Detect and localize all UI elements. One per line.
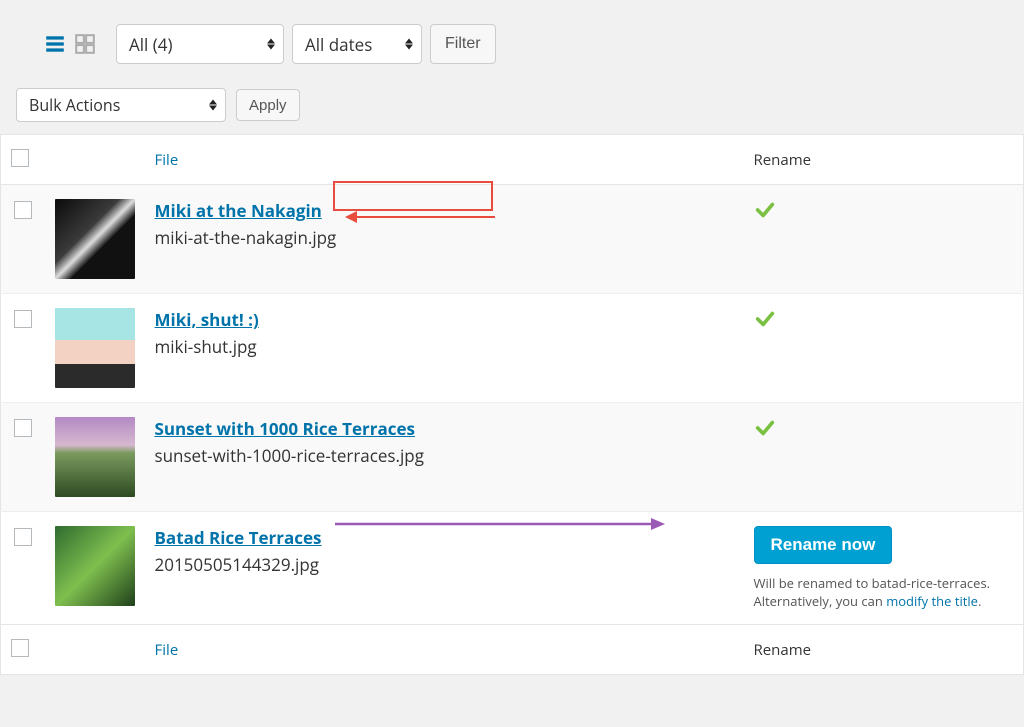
column-file-footer[interactable]: File bbox=[155, 640, 179, 660]
media-filename: miki-at-the-nakagin.jpg bbox=[155, 226, 337, 249]
media-title-link[interactable]: Miki, shut! :) bbox=[155, 308, 259, 331]
table-row: Batad Rice Terraces 20150505144329.jpg R… bbox=[1, 512, 1024, 625]
table-row: Sunset with 1000 Rice Terraces sunset-wi… bbox=[1, 403, 1024, 512]
rename-now-button[interactable]: Rename now bbox=[754, 526, 893, 564]
media-title-link[interactable]: Sunset with 1000 Rice Terraces bbox=[155, 417, 415, 440]
chevron-updown-icon bbox=[405, 39, 413, 50]
annotation-arrow-red bbox=[345, 207, 505, 232]
row-checkbox[interactable] bbox=[14, 419, 32, 437]
view-grid-button[interactable] bbox=[72, 31, 98, 57]
bulk-actions-select[interactable]: Bulk Actions bbox=[16, 88, 226, 122]
annotation-rect bbox=[333, 181, 493, 211]
check-icon bbox=[754, 315, 776, 335]
annotation-arrow-purple bbox=[335, 516, 665, 537]
media-type-filter-select[interactable]: All (4) bbox=[116, 24, 284, 64]
bulk-actions-label: Bulk Actions bbox=[29, 94, 120, 116]
media-thumbnail[interactable] bbox=[55, 417, 135, 497]
grid-view-icon bbox=[74, 33, 96, 55]
media-table: File Rename Miki at the Nakagin miki-at-… bbox=[0, 134, 1024, 675]
table-row: Miki, shut! :) miki-shut.jpg bbox=[1, 294, 1024, 403]
select-all-checkbox-footer[interactable] bbox=[11, 639, 29, 657]
media-filename: miki-shut.jpg bbox=[155, 335, 257, 358]
date-filter-select[interactable]: All dates bbox=[292, 24, 422, 64]
row-checkbox[interactable] bbox=[14, 310, 32, 328]
rename-note: Will be renamed to batad-rice-terraces. … bbox=[754, 574, 994, 610]
row-checkbox[interactable] bbox=[14, 201, 32, 219]
media-thumbnail[interactable] bbox=[55, 526, 135, 606]
column-rename-footer: Rename bbox=[744, 625, 1024, 675]
media-title-link[interactable]: Batad Rice Terraces bbox=[155, 526, 322, 549]
column-rename-header: Rename bbox=[744, 135, 1024, 185]
media-type-filter-label: All (4) bbox=[129, 33, 173, 56]
list-view-icon bbox=[44, 33, 66, 55]
column-file-header[interactable]: File bbox=[155, 150, 179, 170]
media-filename: 20150505144329.jpg bbox=[155, 553, 319, 576]
select-all-checkbox[interactable] bbox=[11, 149, 29, 167]
media-thumbnail[interactable] bbox=[55, 199, 135, 279]
view-list-button[interactable] bbox=[42, 31, 68, 57]
media-filename: sunset-with-1000-rice-terraces.jpg bbox=[155, 444, 424, 467]
apply-button[interactable]: Apply bbox=[236, 89, 300, 121]
table-row: Miki at the Nakagin miki-at-the-nakagin.… bbox=[1, 185, 1024, 294]
filter-button[interactable]: Filter bbox=[430, 24, 496, 64]
media-thumbnail[interactable] bbox=[55, 308, 135, 388]
check-icon bbox=[754, 206, 776, 226]
row-checkbox[interactable] bbox=[14, 528, 32, 546]
date-filter-label: All dates bbox=[305, 33, 372, 56]
modify-title-link[interactable]: modify the title bbox=[886, 592, 978, 610]
chevron-updown-icon bbox=[267, 39, 275, 50]
chevron-updown-icon bbox=[209, 100, 217, 111]
check-icon bbox=[754, 424, 776, 444]
media-title-link[interactable]: Miki at the Nakagin bbox=[155, 199, 322, 222]
